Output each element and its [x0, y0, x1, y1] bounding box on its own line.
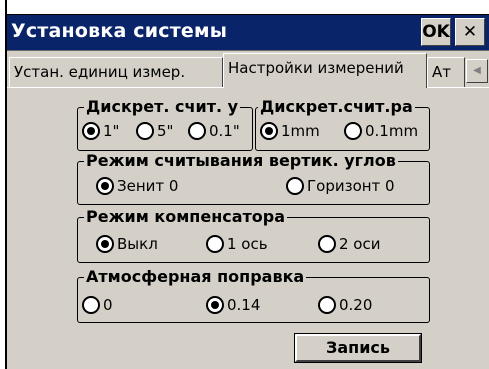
dialog-body: Устан. единиц измер. Настройки измерений…: [7, 51, 489, 369]
group-label: Режим считывания вертик. углов: [84, 151, 398, 170]
tab-measure-settings[interactable]: Настройки измерений: [223, 53, 427, 88]
radio-dot-icon: [206, 296, 224, 314]
group-label: Дискрет. счит. у: [84, 97, 241, 116]
option-label: 5": [157, 122, 174, 140]
option-label: 1mm: [281, 122, 320, 140]
group-label: Режим компенсатора: [84, 207, 288, 226]
radio-dot-icon: [82, 296, 100, 314]
radio-compensator-2axes[interactable]: 2 оси: [318, 235, 380, 253]
radio-zenith-0[interactable]: Зенит 0: [96, 177, 178, 195]
radio-dot-icon: [344, 122, 362, 140]
window-title: Установка системы: [11, 20, 228, 42]
group-atmospheric: Атмосферная поправка 0 0.14 0.20: [77, 268, 430, 323]
radio-dot-icon: [318, 296, 336, 314]
save-button[interactable]: Запись: [294, 333, 422, 363]
radio-angle-01s[interactable]: 0.1": [188, 122, 240, 140]
group-label: Атмосферная поправка: [84, 267, 307, 286]
option-label: 0.1": [209, 122, 240, 140]
group-label: Дискрет.счит.ра: [258, 97, 415, 116]
window-left-edge: [0, 0, 7, 369]
option-label: 0.20: [339, 296, 373, 314]
option-label: 1 ось: [227, 235, 268, 253]
group-compensator: Режим компенсатора Выкл 1 ось 2 оси: [77, 208, 430, 263]
group-discrete-angle: Дискрет. счит. у 1" 5" 0.1": [77, 98, 253, 151]
window-top-edge: [0, 0, 489, 15]
radio-dot-icon: [188, 122, 206, 140]
tab-atmosphere[interactable]: Ат: [427, 57, 465, 87]
radio-dot-icon: [286, 177, 304, 195]
radio-atmos-014[interactable]: 0.14: [206, 296, 260, 314]
radio-compensator-off[interactable]: Выкл: [96, 235, 158, 253]
radio-dot-icon: [96, 177, 114, 195]
option-label: 0.14: [227, 296, 261, 314]
tab-scroll-left-icon[interactable]: ◀: [466, 59, 488, 83]
option-label: 1": [103, 122, 120, 140]
radio-distance-1mm[interactable]: 1mm: [260, 122, 320, 140]
radio-dot-icon: [260, 122, 278, 140]
radio-angle-5s[interactable]: 5": [136, 122, 173, 140]
radio-dot-icon: [82, 122, 100, 140]
radio-angle-1s[interactable]: 1": [82, 122, 119, 140]
option-label: 0.1mm: [365, 122, 419, 140]
option-label: Выкл: [117, 235, 158, 253]
radio-compensator-1axis[interactable]: 1 ось: [206, 235, 268, 253]
radio-dot-icon: [96, 235, 114, 253]
option-label: Горизонт 0: [307, 177, 395, 195]
tab-units[interactable]: Устан. единиц измер.: [9, 57, 223, 87]
radio-distance-01mm[interactable]: 0.1mm: [344, 122, 418, 140]
radio-dot-icon: [136, 122, 154, 140]
close-icon[interactable]: ✕: [455, 18, 485, 46]
radio-dot-icon: [206, 235, 224, 253]
title-bar: Установка системы OK ✕: [7, 15, 489, 51]
option-label: 0: [103, 296, 113, 314]
radio-horizon-0[interactable]: Горизонт 0: [286, 177, 395, 195]
group-discrete-distance: Дискрет.счит.ра 1mm 0.1mm: [255, 98, 430, 151]
radio-atmos-020[interactable]: 0.20: [318, 296, 372, 314]
option-label: 2 оси: [339, 235, 381, 253]
radio-dot-icon: [318, 235, 336, 253]
option-label: Зенит 0: [117, 177, 179, 195]
group-vertical-mode: Режим считывания вертик. углов Зенит 0 Г…: [77, 152, 430, 205]
radio-atmos-0[interactable]: 0: [82, 296, 113, 314]
ok-button[interactable]: OK: [421, 18, 451, 46]
